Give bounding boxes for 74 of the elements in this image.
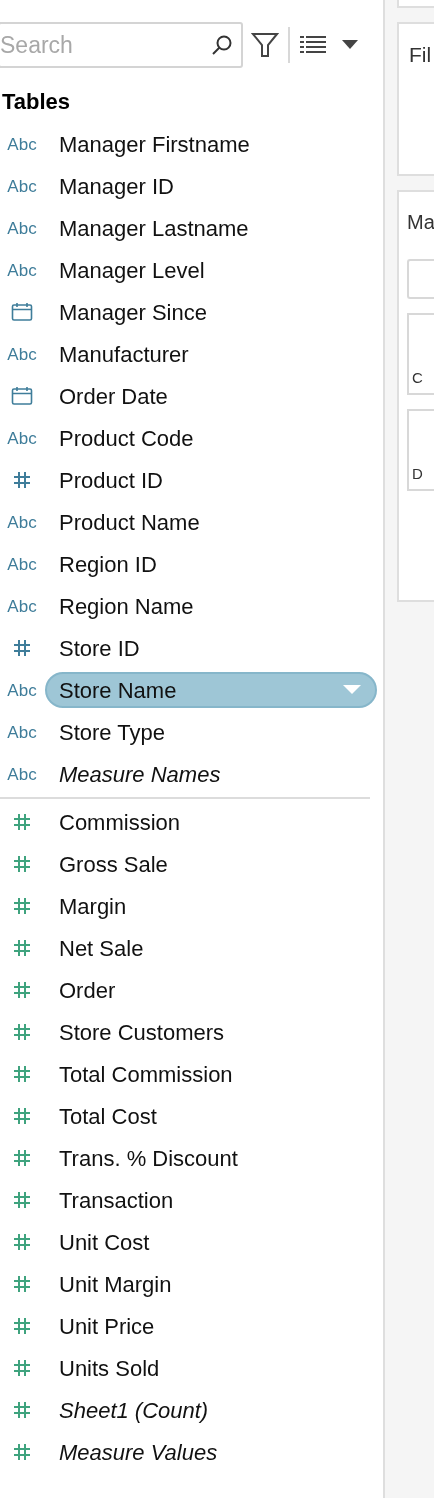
hash-icon — [12, 1022, 32, 1042]
type-label: Abc — [7, 135, 37, 153]
field-item[interactable]: Region ID — [59, 547, 157, 581]
field-item[interactable]: Store ID — [59, 631, 140, 665]
mark-tile[interactable]: C — [407, 313, 434, 395]
type-label: Abc — [7, 765, 37, 783]
field-item[interactable]: Measure Values — [59, 1435, 218, 1469]
field-item[interactable]: Product Code — [59, 421, 194, 455]
dropdown-caret-icon[interactable] — [342, 40, 358, 50]
field-item[interactable]: Gross Sale — [59, 847, 168, 881]
field-item[interactable]: Total Cost — [59, 1099, 157, 1133]
hash-icon — [12, 980, 32, 1000]
calendar-icon — [11, 386, 33, 406]
field-item[interactable]: Sheet1 (Count) — [59, 1393, 209, 1427]
type-label: Abc — [7, 219, 37, 237]
hash-icon — [12, 1148, 32, 1168]
type-label: Abc — [7, 681, 37, 699]
hash-icon — [12, 1442, 32, 1462]
field-item[interactable]: Order — [59, 973, 116, 1007]
field-pill[interactable]: Store Name — [45, 672, 377, 708]
field-item[interactable]: Manager Lastname — [59, 211, 249, 245]
hash-icon — [12, 1190, 32, 1210]
field-item[interactable]: Net Sale — [59, 931, 144, 965]
type-label: Abc — [7, 429, 37, 447]
filter-icon[interactable] — [251, 32, 279, 58]
field-item[interactable]: Manufacturer — [59, 337, 189, 371]
mark-tile[interactable]: D — [407, 409, 434, 491]
hash-icon — [12, 1400, 32, 1420]
field-item[interactable]: Measure Names — [59, 757, 221, 791]
field-item[interactable]: Store Customers — [59, 1015, 225, 1049]
hash-icon — [12, 1064, 32, 1084]
field-item[interactable]: Order Date — [59, 379, 168, 413]
calendar-icon — [11, 302, 33, 322]
field-item[interactable]: Manager Firstname — [59, 127, 250, 161]
hash-icon — [12, 1106, 32, 1126]
hash-icon — [12, 1232, 32, 1252]
type-label: Abc — [7, 345, 37, 363]
type-label: Abc — [7, 513, 37, 531]
hash-icon — [12, 1316, 32, 1336]
type-label: Abc — [7, 723, 37, 741]
hash-icon — [12, 470, 32, 490]
field-item[interactable]: Unit Price — [59, 1309, 155, 1343]
field-item[interactable]: Transaction — [59, 1183, 174, 1217]
field-item[interactable]: Unit Margin — [59, 1267, 172, 1301]
search-icon[interactable] — [211, 34, 233, 56]
field-item[interactable]: Trans. % Discount — [59, 1141, 238, 1175]
card-title: Ma — [407, 210, 434, 235]
list-view-icon[interactable] — [300, 35, 326, 55]
hash-icon — [12, 896, 32, 916]
field-item[interactable]: Product ID — [59, 463, 163, 497]
type-label: Abc — [7, 555, 37, 573]
field-item[interactable]: Units Sold — [59, 1351, 160, 1385]
field-item[interactable]: Region Name — [59, 589, 194, 623]
type-label: Abc — [7, 177, 37, 195]
field-item[interactable]: Store Type — [59, 715, 165, 749]
field-item[interactable]: Margin — [59, 889, 127, 923]
hash-icon — [12, 938, 32, 958]
card-title: Fil — [409, 43, 432, 66]
field-item[interactable]: Manager Since — [59, 295, 207, 329]
field-item[interactable]: Manager Level — [59, 253, 205, 287]
field-item[interactable]: Manager ID — [59, 169, 174, 203]
type-label: Abc — [7, 597, 37, 615]
search-field[interactable]: Search — [0, 22, 243, 68]
hash-icon — [12, 1358, 32, 1378]
hash-icon — [12, 812, 32, 832]
field-item[interactable]: Unit Cost — [59, 1225, 150, 1259]
field-item[interactable]: Product Name — [59, 505, 200, 539]
hash-icon — [12, 1274, 32, 1294]
field-item[interactable]: Commission — [59, 805, 181, 839]
type-label: Abc — [7, 261, 37, 279]
section-title: Tables — [2, 89, 72, 115]
field-item[interactable]: Total Commission — [59, 1057, 233, 1091]
hash-icon — [12, 854, 32, 874]
hash-icon — [12, 638, 32, 658]
